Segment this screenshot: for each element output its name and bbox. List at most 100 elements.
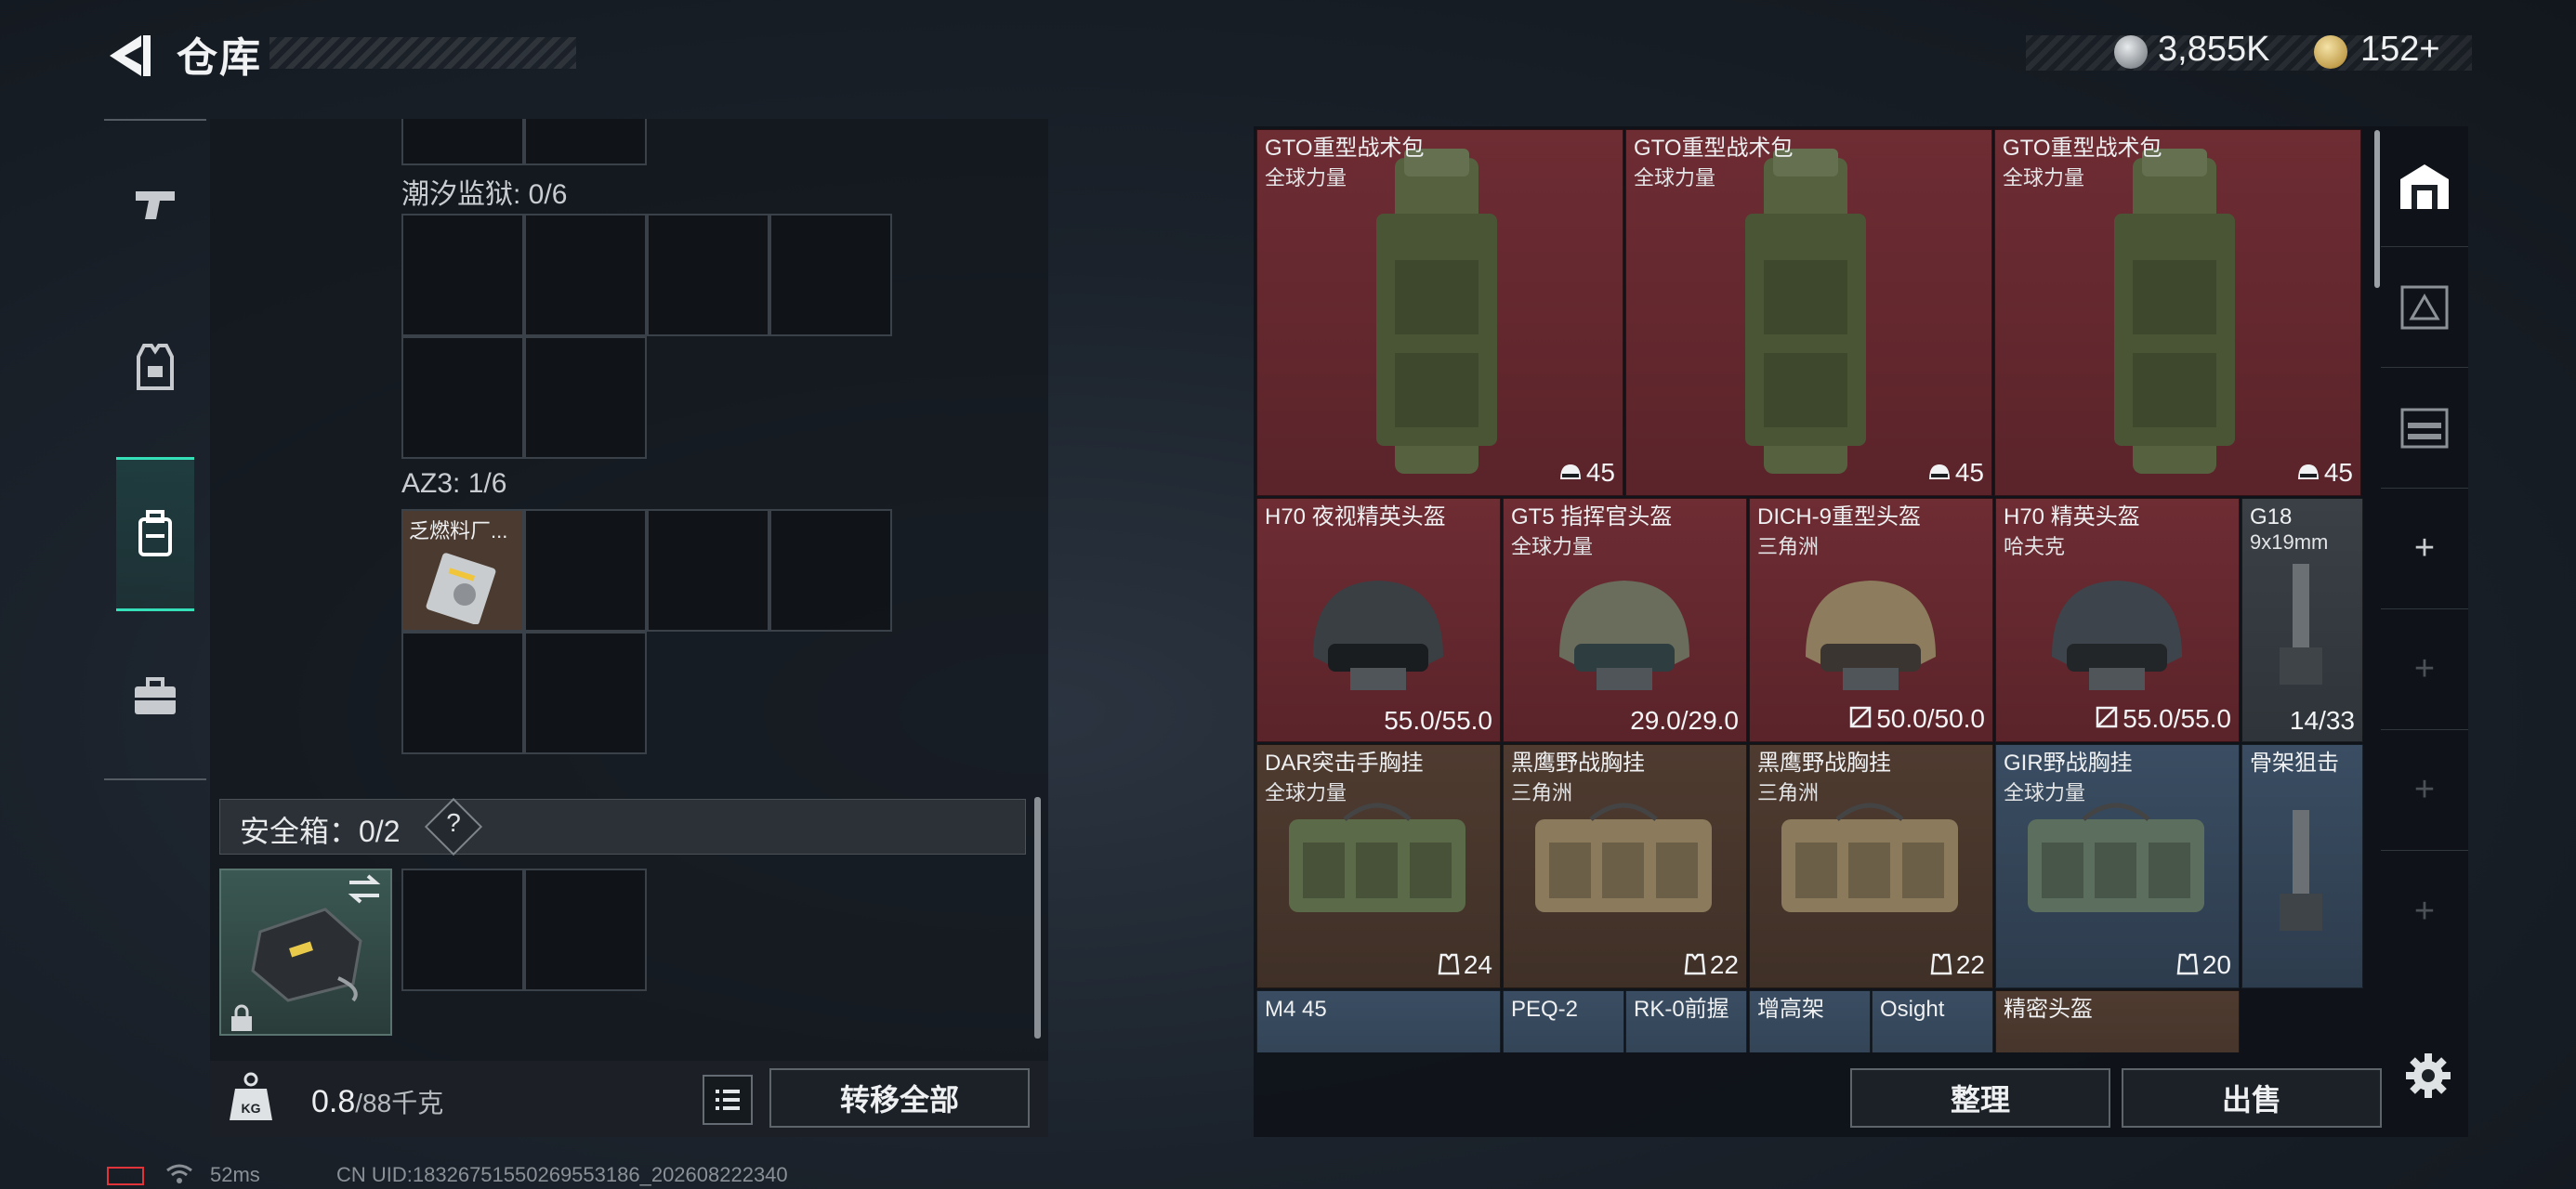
inventory-item-tile[interactable]: PEQ-2 xyxy=(1503,990,1624,1052)
backpack-scrollbar[interactable] xyxy=(1034,797,1041,1039)
inventory-item-tile[interactable]: G18 9x19mm 14/33 xyxy=(2241,498,2363,742)
plus-icon: + xyxy=(2413,891,2436,931)
inventory-item-tile[interactable]: 骨架狙击 xyxy=(2241,744,2363,988)
ping-readout: 52ms xyxy=(210,1163,260,1186)
container-cell[interactable] xyxy=(401,336,524,459)
container-cell[interactable] xyxy=(524,119,647,165)
inventory-item-tile[interactable]: GTO重型战术包 全球力量 45 xyxy=(1625,129,1992,496)
container-label-az3: AZ3: 1/6 xyxy=(401,468,507,499)
item-value: 29.0/29.0 xyxy=(1630,706,1739,736)
item-subtitle: 全球力量 xyxy=(1265,781,1347,804)
item-artwork xyxy=(2009,791,2223,935)
item-name: 黑鹰野战胸挂 xyxy=(1511,751,1645,776)
inventory-item-tile[interactable]: 精密头盔 xyxy=(1995,990,2240,1052)
inventory-item-tile[interactable]: 黑鹰野战胸挂 三角洲 22 xyxy=(1749,744,1993,988)
item-artwork xyxy=(1778,564,1964,708)
briefcase-icon xyxy=(135,677,176,714)
item-value: 50.0/50.0 xyxy=(1848,704,1985,736)
item-subtitle: 哈夫克 xyxy=(2004,535,2066,558)
item-subtitle: 三角洲 xyxy=(1757,535,1820,558)
inventory-item-tile[interactable]: M4 45 xyxy=(1256,990,1501,1052)
inventory-item-tile[interactable]: DAR突击手胸挂 全球力量 24 xyxy=(1256,744,1501,988)
inventory-item-tile[interactable]: 增高架 xyxy=(1749,990,1871,1052)
rail-item-backpack[interactable] xyxy=(116,457,194,611)
safe-box-cell[interactable] xyxy=(401,869,524,991)
add-tab-button[interactable]: + xyxy=(2381,851,2468,972)
item-artwork xyxy=(1367,139,1506,495)
container-cell[interactable] xyxy=(524,632,647,754)
inventory-item-tile[interactable]: GTO重型战术包 全球力量 45 xyxy=(1994,129,2361,496)
rail-item-weapons[interactable] xyxy=(118,167,192,242)
item-subtitle: 全球力量 xyxy=(1511,535,1594,558)
item-name: Osight xyxy=(1880,997,1945,1022)
container-cell[interactable] xyxy=(524,214,647,336)
item-value: 24 xyxy=(1438,950,1492,982)
chest-rig-item-icon xyxy=(1289,803,1465,912)
gold-add-button[interactable]: + xyxy=(2419,30,2439,69)
inventory-item-tile[interactable]: H70 夜视精英头盔 55.0/55.0 xyxy=(1256,498,1501,742)
warehouse-tab-gti-2[interactable] xyxy=(2381,368,2468,489)
container-cell[interactable] xyxy=(647,214,769,336)
az3-item-slot[interactable]: 乏燃料厂... xyxy=(401,509,524,632)
item-value-text: 45 xyxy=(2323,458,2353,488)
item-subtitle: 全球力量 xyxy=(1634,166,1716,189)
item-subtitle: 全球力量 xyxy=(2003,166,2085,189)
sell-button[interactable]: 出售 xyxy=(2122,1068,2382,1128)
safe-case-icon xyxy=(251,908,362,1002)
item-value-text: 29.0/29.0 xyxy=(1630,706,1739,735)
sort-button[interactable]: 整理 xyxy=(1850,1068,2110,1128)
inventory-item-tile[interactable]: GTO重型战术包 全球力量 45 xyxy=(1256,129,1623,496)
swap-icon[interactable] xyxy=(346,873,383,905)
inventory-item-tile[interactable]: Osight xyxy=(1872,990,1993,1052)
item-name: H70 精英头盔 xyxy=(2004,504,2140,529)
container-cell[interactable] xyxy=(524,509,647,632)
item-name: DICH-9重型头盔 xyxy=(1757,504,1922,529)
add-tab-button[interactable]: + xyxy=(2381,609,2468,730)
inventory-item-tile[interactable]: RK-0前握 xyxy=(1625,990,1747,1052)
back-button[interactable] xyxy=(102,28,158,84)
item-name: GTO重型战术包 xyxy=(1634,136,1794,161)
container-cell[interactable] xyxy=(401,214,524,336)
item-name: 骨架狙击 xyxy=(2250,751,2339,776)
inventory-item-tile[interactable]: GIR野战胸挂 全球力量 20 xyxy=(1995,744,2240,988)
transfer-all-button[interactable]: 转移全部 xyxy=(769,1068,1030,1128)
item-subtitle: 全球力量 xyxy=(2004,781,2086,804)
vest-icon xyxy=(137,344,174,390)
inventory-item-tile[interactable]: H70 精英头盔 哈夫克 55.0/55.0 xyxy=(1995,498,2240,742)
container-cell[interactable] xyxy=(647,509,769,632)
add-tab-button[interactable]: + xyxy=(2381,489,2468,609)
rail-item-armor[interactable] xyxy=(118,331,192,405)
inventory-item-tile[interactable]: 黑鹰野战胸挂 三角洲 22 xyxy=(1503,744,1747,988)
container-cell[interactable] xyxy=(524,336,647,459)
container-cell[interactable] xyxy=(769,509,892,632)
settings-button[interactable] xyxy=(2400,1048,2456,1104)
warehouse-tab-main[interactable] xyxy=(2381,126,2468,247)
vest-slot-icon xyxy=(1930,953,1952,975)
item-name: GTO重型战术包 xyxy=(2003,136,2162,161)
item-value-text: 24 xyxy=(1463,950,1492,980)
weight-readout: 0.8/88千克 xyxy=(311,1083,443,1120)
battery-icon xyxy=(107,1167,144,1185)
inventory-item-tile[interactable]: DICH-9重型头盔 三角洲 50.0/50.0 xyxy=(1749,498,1993,742)
container-cell[interactable] xyxy=(769,214,892,336)
warehouse-tab-gti-1[interactable] xyxy=(2381,247,2468,368)
warehouse-scrollbar[interactable] xyxy=(2374,130,2380,288)
container-cell[interactable] xyxy=(401,119,524,165)
no-repair-icon xyxy=(2096,706,2118,728)
item-name: M4 45 xyxy=(1265,997,1327,1022)
list-view-button[interactable] xyxy=(703,1075,753,1125)
document-item-icon xyxy=(426,553,496,624)
item-name: DAR突击手胸挂 xyxy=(1265,751,1424,776)
inventory-item-tile[interactable]: GT5 指挥官头盔 全球力量 29.0/29.0 xyxy=(1503,498,1747,742)
silver-currency-amount: 3,855K xyxy=(2158,30,2270,69)
svg-text:KG: KG xyxy=(242,1101,261,1116)
gold-amount-value: 152 xyxy=(2360,30,2420,69)
gold-currency-amount[interactable]: 152+ xyxy=(2360,30,2440,70)
item-artwork xyxy=(2261,555,2345,699)
rail-item-case[interactable] xyxy=(118,660,192,734)
item-value: 45 xyxy=(2296,458,2353,490)
safe-box-cell[interactable] xyxy=(524,869,647,991)
container-cell[interactable] xyxy=(401,632,524,754)
add-tab-button[interactable]: + xyxy=(2381,730,2468,851)
container-label-tide-prison: 潮汐监狱: 0/6 xyxy=(401,179,568,210)
